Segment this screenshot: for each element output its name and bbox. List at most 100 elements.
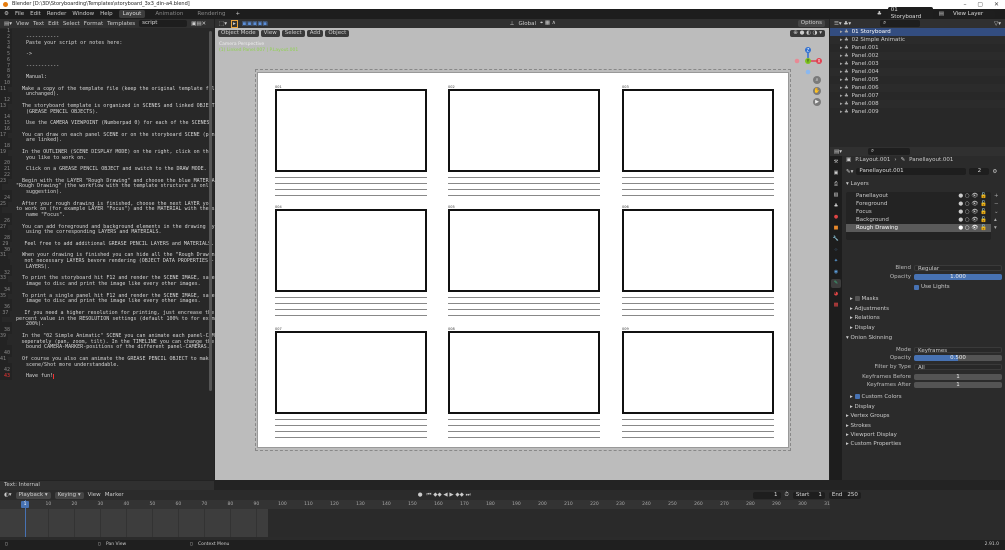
record-icon[interactable]: ●	[418, 492, 423, 498]
text-menu-select[interactable]: Select	[63, 21, 80, 27]
panel-frame[interactable]	[448, 209, 600, 292]
panel-frame[interactable]	[275, 209, 427, 292]
text-file-selector[interactable]: script	[139, 20, 188, 27]
render-tab-icon[interactable]: ▣	[831, 169, 841, 178]
menu-window[interactable]: Window	[72, 11, 94, 17]
navigation-gizmo[interactable]: Z X Y	[793, 45, 823, 75]
layer-toggle-icons[interactable]: ● ○ 👁 🔓	[958, 208, 987, 216]
view-layer-selector[interactable]: View Layer	[950, 10, 995, 18]
workspace-tab-rendering[interactable]: Rendering	[193, 10, 229, 18]
outliner-item[interactable]: ▸ ♣ Panel.009	[830, 108, 1005, 116]
storyboard-panel[interactable]: 009	[622, 327, 774, 438]
outliner-item[interactable]: ▸ ♣ Panel.005	[830, 76, 1005, 84]
blender-menu-icon[interactable]: ⚙	[4, 11, 9, 17]
custom-properties-section[interactable]: ▸ Custom Properties	[846, 441, 901, 447]
layer-item[interactable]: Rough Drawing ● ○ 👁 🔓	[846, 224, 991, 232]
start-frame-field[interactable]: Start 1	[792, 491, 825, 499]
use-lights-checkbox[interactable]	[914, 284, 919, 290]
editor-type-icon[interactable]: ▤▾	[834, 149, 842, 155]
viewport-menu-object[interactable]: Object	[325, 29, 350, 37]
timeline-view-menu[interactable]: View	[88, 492, 101, 498]
onion-display-section[interactable]: ▸ Display	[850, 404, 875, 410]
outliner-item[interactable]: ▸ ♣ Panel.008	[830, 100, 1005, 108]
3d-viewport[interactable]: ⬚▾ ▸ ▣▣▣▣▣ ⊥ Global ⌖ ▦ ∧ Options Object…	[215, 19, 829, 480]
marker-menu[interactable]: Marker	[105, 492, 124, 498]
data-tab-icon[interactable]: ✎	[831, 279, 841, 288]
onion-mode-dropdown[interactable]: Keyframes	[914, 347, 1002, 354]
playback-menu[interactable]: Playback ▾	[15, 491, 51, 499]
opacity-slider[interactable]: 1.000	[914, 274, 1002, 280]
viewport-menu-add[interactable]: Add	[306, 29, 324, 37]
filter-by-type-dropdown[interactable]: All	[914, 364, 1002, 371]
datablock-users[interactable]: 2	[969, 168, 990, 175]
playhead-frame-label[interactable]: 1	[21, 501, 29, 508]
output-tab-icon[interactable]: ⎙	[831, 180, 841, 189]
layer-toggle-icons[interactable]: ● ○ 👁 🔓	[958, 192, 987, 200]
storyboard-panel[interactable]: 008	[448, 327, 600, 438]
outliner-item[interactable]: ▸ ♣ Panel.002	[830, 52, 1005, 60]
window-controls[interactable]: – ▢ ✕	[963, 0, 999, 9]
outliner-item[interactable]: ▸ ♣ Panel.007	[830, 92, 1005, 100]
viewport-menu-view[interactable]: View	[260, 29, 280, 37]
editor-type-icon[interactable]: ⬚▾	[219, 21, 227, 27]
select-tool-icon[interactable]: ▸	[230, 19, 238, 28]
layer-toggle-icons[interactable]: ● ○ 👁 🔓	[958, 224, 987, 232]
keying-menu[interactable]: Keying ▾	[54, 491, 84, 499]
menu-edit[interactable]: Edit	[30, 11, 41, 17]
outliner-search[interactable]: ⌕	[880, 20, 921, 27]
mode-selector[interactable]: Object Mode	[218, 29, 259, 37]
display-mode-icon[interactable]: ☰▾ ♣▾	[834, 21, 851, 27]
text-file-buttons-icon[interactable]: ▣▤✕	[191, 21, 206, 27]
panel-frame[interactable]	[275, 89, 427, 172]
outliner-item[interactable]: ▸ ♣ Panel.001	[830, 44, 1005, 52]
object-tab-icon[interactable]: ■	[831, 224, 841, 233]
text-menu-text[interactable]: Text	[33, 21, 44, 27]
editor-type-icon[interactable]: ▤▾	[4, 21, 12, 27]
layer-item[interactable]: Foreground ● ○ 👁 🔓	[846, 200, 991, 208]
layer-item[interactable]: Panellayout ● ○ 👁 🔓	[846, 192, 991, 200]
world-tab-icon[interactable]: ●	[831, 213, 841, 222]
adjustments-section[interactable]: ▸ Adjustments	[850, 306, 889, 312]
workspace-tab-layout[interactable]: Layout	[118, 10, 146, 18]
text-scrollbar[interactable]	[209, 31, 212, 391]
outliner-item[interactable]: ▸ ♣ Panel.006	[830, 84, 1005, 92]
panel-frame[interactable]	[448, 331, 600, 414]
panel-frame[interactable]	[622, 331, 774, 414]
panel-frame[interactable]	[275, 331, 427, 414]
modifier-tab-icon[interactable]: 🔧	[831, 235, 841, 244]
storyboard-panel[interactable]: 007	[275, 327, 427, 438]
properties-search[interactable]: ⌕	[867, 148, 910, 155]
text-menu-view[interactable]: View	[16, 21, 29, 27]
text-content[interactable]: 1 2 ----------- 3 Paste your script or notes…	[0, 28, 230, 389]
options-button[interactable]: Options	[797, 20, 825, 27]
keyframes-after-field[interactable]: 1	[914, 382, 1002, 388]
onion-opacity-slider[interactable]: 0.500	[914, 355, 1002, 361]
camera-view-icon[interactable]: ▶	[813, 98, 821, 106]
zoom-icon[interactable]: ⌕	[813, 76, 821, 84]
custom-colors-section[interactable]: ▸ Custom Colors	[850, 394, 902, 400]
storyboard-panel[interactable]: 006	[622, 205, 774, 316]
panel-frame[interactable]	[448, 89, 600, 172]
outliner-item[interactable]: ▸ ♣ Panel.004	[830, 68, 1005, 76]
layer-toggle-icons[interactable]: ● ○ 👁 🔓	[958, 216, 987, 224]
stopwatch-icon[interactable]: ⏱	[785, 492, 789, 499]
masks-section[interactable]: ▸ Masks	[850, 296, 879, 302]
display-section[interactable]: ▸ Display	[850, 325, 875, 331]
material-tab-icon[interactable]: ◕	[831, 290, 841, 299]
layer-item[interactable]: Focus ● ○ 👁 🔓	[846, 208, 991, 216]
storyboard-panel[interactable]: 005	[448, 205, 600, 316]
menu-help[interactable]: Help	[100, 11, 113, 17]
selection-mode-icons[interactable]: ▣▣▣▣▣	[242, 21, 268, 27]
text-menu-templates[interactable]: Templates	[107, 21, 135, 27]
outliner-item[interactable]: ▸ ♣ 01 Storyboard	[830, 28, 1005, 36]
add-workspace-button[interactable]: +	[235, 11, 240, 17]
onion-skinning-section[interactable]: ▾ Onion Skinning	[846, 335, 892, 341]
relations-section[interactable]: ▸ Relations	[850, 315, 880, 321]
viewport-menu-select[interactable]: Select	[281, 29, 305, 37]
current-frame-field[interactable]: 1	[752, 491, 781, 499]
outliner-item[interactable]: ▸ ♣ Panel.003	[830, 60, 1005, 68]
texture-tab-icon[interactable]: ▩	[831, 301, 841, 310]
end-frame-field[interactable]: End 250	[828, 491, 861, 499]
panel-frame[interactable]	[622, 89, 774, 172]
pan-hand-icon[interactable]: ✋	[813, 87, 821, 95]
